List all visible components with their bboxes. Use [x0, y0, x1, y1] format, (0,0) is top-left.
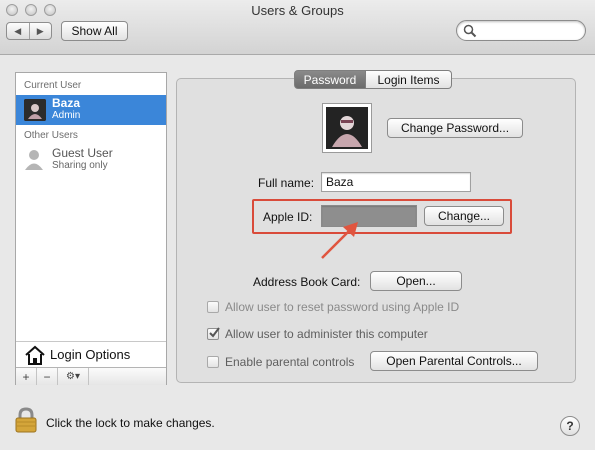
tab-password[interactable]: Password	[294, 70, 366, 89]
remove-user-button[interactable]: −	[37, 368, 58, 385]
sidebar-toolbar: + − ⚙▾	[16, 367, 166, 385]
parental-controls-label: Enable parental controls	[225, 355, 355, 369]
change-apple-id-button[interactable]: Change...	[424, 206, 504, 226]
current-user-heading: Current User	[24, 80, 82, 91]
lock-message: Click the lock to make changes.	[46, 416, 215, 430]
back-icon: ◀	[14, 25, 22, 36]
user-picture	[326, 107, 368, 149]
login-options-item[interactable]: Login Options	[16, 341, 166, 368]
lock-icon[interactable]	[15, 407, 37, 433]
back-forward-control: ◀ ▶	[6, 22, 52, 40]
reset-password-checkbox-row[interactable]: Allow user to reset password using Apple…	[207, 299, 459, 315]
user-avatar	[24, 99, 46, 121]
parental-controls-checkbox-row[interactable]: Enable parental controls	[207, 354, 354, 370]
change-password-button[interactable]: Change Password...	[387, 118, 523, 138]
other-users-heading: Other Users	[24, 130, 78, 141]
login-options-label: Login Options	[50, 347, 131, 362]
guest-user-icon	[25, 150, 43, 170]
reset-password-label: Allow user to reset password using Apple…	[225, 300, 460, 314]
user-name: Guest User	[52, 146, 113, 160]
title-bar: Users & Groups ◀ ▶ Show All	[0, 0, 595, 55]
tab-login-items[interactable]: Login Items	[366, 70, 452, 89]
administer-label: Allow user to administer this computer	[225, 327, 428, 341]
help-button[interactable]: ?	[560, 416, 580, 436]
forward-icon: ▶	[36, 25, 44, 36]
sidebar-item-baza[interactable]: Baza Admin	[16, 95, 166, 125]
checkmark-icon	[209, 327, 220, 338]
users-sidebar: Current User Baza Admin Other Users Gues…	[15, 72, 167, 385]
tab-bar: Password Login Items	[294, 70, 452, 89]
arrow-annotation-icon	[321, 222, 358, 259]
search-field[interactable]	[456, 20, 586, 41]
administer-checkbox-row[interactable]: Allow user to administer this computer	[207, 326, 428, 342]
parental-controls-checkbox[interactable]	[207, 356, 219, 368]
reset-password-checkbox[interactable]	[207, 301, 219, 313]
action-menu-button[interactable]: ⚙▾	[58, 368, 89, 385]
full-name-label: Full name:	[258, 176, 315, 190]
open-parental-controls-button[interactable]: Open Parental Controls...	[370, 351, 538, 371]
search-icon	[463, 24, 477, 38]
back-button[interactable]: ◀	[7, 23, 29, 39]
forward-button[interactable]: ▶	[28, 23, 52, 39]
sidebar-item-guest-user[interactable]: Guest User Sharing only	[16, 145, 166, 175]
user-role: Sharing only	[52, 160, 108, 171]
show-all-button[interactable]: Show All	[61, 21, 128, 41]
window-title: Users & Groups	[251, 3, 344, 18]
user-role: Admin	[52, 110, 81, 121]
full-name-field[interactable]: Baza	[321, 172, 471, 192]
administer-checkbox[interactable]	[207, 327, 220, 340]
apple-id-label: Apple ID:	[263, 210, 313, 224]
user-name: Baza	[52, 96, 81, 110]
address-book-label: Address Book Card:	[253, 275, 361, 289]
house-icon	[25, 345, 45, 365]
user-picture-well[interactable]	[322, 103, 372, 153]
add-user-button[interactable]: +	[16, 368, 37, 385]
open-address-book-button[interactable]: Open...	[370, 271, 462, 291]
